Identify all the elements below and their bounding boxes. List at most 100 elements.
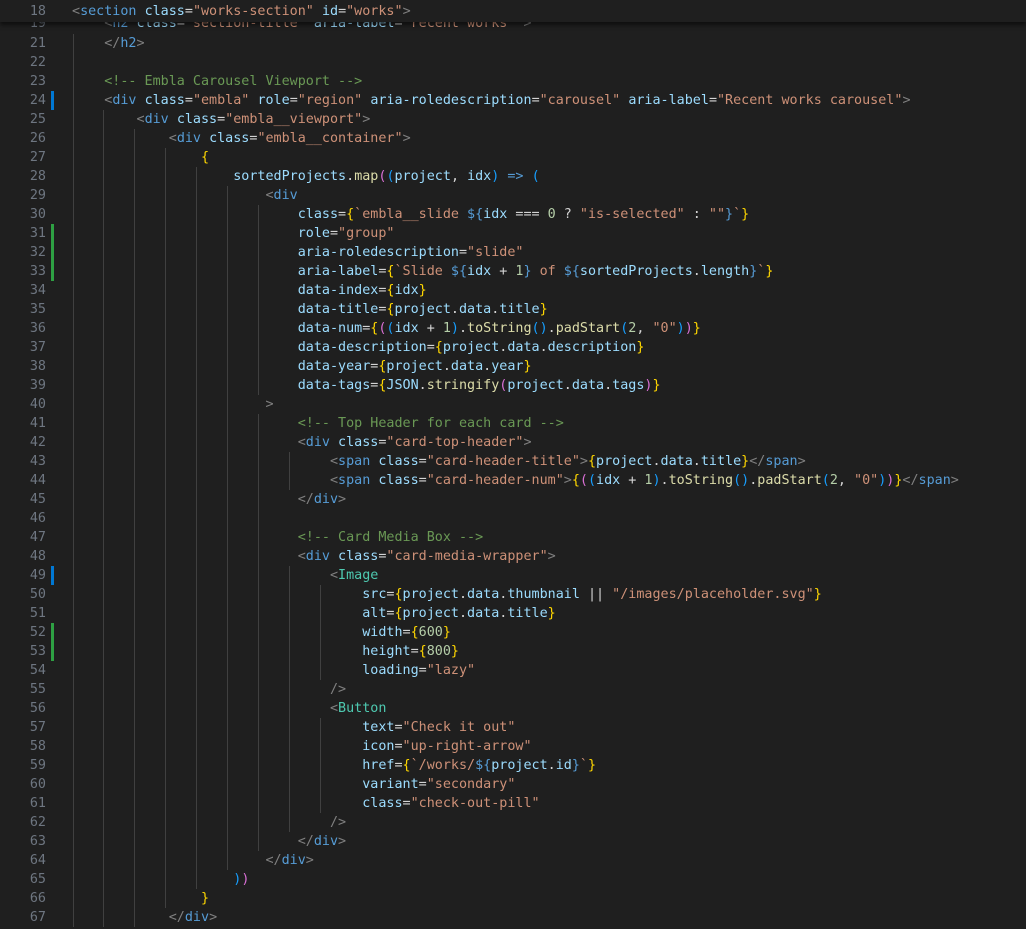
code-text[interactable]: loading="lazy": [72, 661, 475, 680]
code-line[interactable]: 40 >: [0, 395, 1026, 414]
code-line[interactable]: 33 aria-label={`Slide ${idx + 1} of ${so…: [0, 262, 1026, 281]
code-line[interactable]: 52 width={600}: [0, 623, 1026, 642]
code-text[interactable]: <span class="card-header-title">{project…: [72, 452, 806, 471]
sticky-scroll-header[interactable]: 18 <section class="works-section" id="wor…: [0, 0, 1026, 22]
code-text[interactable]: <div: [72, 186, 297, 205]
code-text[interactable]: <div class="card-media-wrapper">: [72, 547, 556, 566]
code-text[interactable]: data-description={project.data.descripti…: [72, 338, 645, 357]
code-text[interactable]: variant="secondary": [72, 775, 515, 794]
code-line[interactable]: 38 data-year={project.data.year}: [0, 357, 1026, 376]
code-text[interactable]: <span class="card-header-num">{((idx + 1…: [72, 471, 959, 490]
added-line-marker[interactable]: [51, 224, 54, 243]
code-line[interactable]: 26 <div class="embla__container">: [0, 129, 1026, 148]
code-text[interactable]: data-title={project.data.title}: [72, 300, 548, 319]
code-line[interactable]: 42 <div class="card-top-header">: [0, 433, 1026, 452]
code-line[interactable]: 39 data-tags={JSON.stringify(project.dat…: [0, 376, 1026, 395]
code-editor[interactable]: 19 <h2 class="section-title" aria-label=…: [0, 0, 1026, 929]
code-text[interactable]: <Button: [72, 699, 386, 718]
code-text[interactable]: </div>: [72, 908, 217, 927]
code-text[interactable]: {: [72, 148, 209, 167]
code-line[interactable]: 62 />: [0, 813, 1026, 832]
code-text[interactable]: />: [72, 813, 346, 832]
code-line[interactable]: 58 icon="up-right-arrow": [0, 737, 1026, 756]
code-line[interactable]: 59 href={`/works/${project.id}`}: [0, 756, 1026, 775]
code-line[interactable]: 44 <span class="card-header-num">{((idx …: [0, 471, 1026, 490]
code-line[interactable]: 41 <!-- Top Header for each card -->: [0, 414, 1026, 433]
code-text[interactable]: data-year={project.data.year}: [72, 357, 532, 376]
code-line[interactable]: 64 </div>: [0, 851, 1026, 870]
code-line[interactable]: 21 </h2>: [0, 34, 1026, 53]
code-line[interactable]: 60 variant="secondary": [0, 775, 1026, 794]
code-text[interactable]: aria-roledescription="slide": [72, 243, 524, 262]
added-line-marker[interactable]: [51, 262, 54, 281]
code-line[interactable]: 18 <section class="works-section" id="wor…: [0, 2, 1026, 21]
code-text[interactable]: icon="up-right-arrow": [72, 737, 531, 756]
code-text[interactable]: aria-label={`Slide ${idx + 1} of ${sorte…: [72, 262, 774, 281]
code-text[interactable]: </div>: [72, 832, 346, 851]
code-line[interactable]: 24 <div class="embla" role="region" aria…: [0, 91, 1026, 110]
code-line[interactable]: 31 role="group": [0, 224, 1026, 243]
code-line[interactable]: 61 class="check-out-pill": [0, 794, 1026, 813]
code-line[interactable]: 43 <span class="card-header-title">{proj…: [0, 452, 1026, 471]
code-line[interactable]: 47 <!-- Card Media Box -->: [0, 528, 1026, 547]
code-text[interactable]: <div class="embla" role="region" aria-ro…: [72, 91, 910, 110]
code-text[interactable]: <div class="embla__container">: [72, 129, 411, 148]
code-text[interactable]: class={`embla__slide ${idx === 0 ? "is-s…: [72, 205, 750, 224]
code-line[interactable]: 34 data-index={idx}: [0, 281, 1026, 300]
code-line[interactable]: 32 aria-roledescription="slide": [0, 243, 1026, 262]
code-line[interactable]: 37 data-description={project.data.descri…: [0, 338, 1026, 357]
code-text[interactable]: <div class="card-top-header">: [72, 433, 532, 452]
code-line[interactable]: 36 data-num={((idx + 1).toString().padSt…: [0, 319, 1026, 338]
code-text[interactable]: }: [72, 889, 209, 908]
modified-line-marker[interactable]: [51, 566, 54, 585]
code-text[interactable]: <!-- Card Media Box -->: [72, 528, 483, 547]
code-text[interactable]: alt={project.data.title}: [72, 604, 556, 623]
code-line[interactable]: 67 </div>: [0, 908, 1026, 927]
code-text[interactable]: data-tags={JSON.stringify(project.data.t…: [72, 376, 661, 395]
code-text[interactable]: </h2>: [72, 34, 144, 53]
code-text[interactable]: role="group": [72, 224, 395, 243]
code-line[interactable]: 50 src={project.data.thumbnail || "/imag…: [0, 585, 1026, 604]
added-line-marker[interactable]: [51, 243, 54, 262]
code-line[interactable]: 54 loading="lazy": [0, 661, 1026, 680]
code-text[interactable]: sortedProjects.map((project, idx) => (: [72, 167, 539, 186]
code-line[interactable]: 45 </div>: [0, 490, 1026, 509]
code-text[interactable]: class="check-out-pill": [72, 794, 539, 813]
modified-line-marker[interactable]: [51, 91, 54, 110]
code-line[interactable]: 66 }: [0, 889, 1026, 908]
code-text[interactable]: <section class="works-section" id="works…: [72, 2, 411, 21]
code-text[interactable]: href={`/works/${project.id}`}: [72, 756, 596, 775]
code-text[interactable]: <Image: [72, 566, 378, 585]
code-text[interactable]: <!-- Top Header for each card -->: [72, 414, 564, 433]
code-text[interactable]: />: [72, 680, 346, 699]
added-line-marker[interactable]: [51, 623, 54, 642]
code-line[interactable]: 46: [0, 509, 1026, 528]
code-line[interactable]: 25 <div class="embla__viewport">: [0, 110, 1026, 129]
code-text[interactable]: height={800}: [72, 642, 459, 661]
code-line[interactable]: 55 />: [0, 680, 1026, 699]
code-line[interactable]: 29 <div: [0, 186, 1026, 205]
added-line-marker[interactable]: [51, 642, 54, 661]
code-line[interactable]: 27 {: [0, 148, 1026, 167]
code-line[interactable]: 57 text="Check it out": [0, 718, 1026, 737]
code-line[interactable]: 30 class={`embla__slide ${idx === 0 ? "i…: [0, 205, 1026, 224]
code-line[interactable]: 48 <div class="card-media-wrapper">: [0, 547, 1026, 566]
code-text[interactable]: text="Check it out": [72, 718, 515, 737]
code-line[interactable]: 65 )): [0, 870, 1026, 889]
code-line[interactable]: 63 </div>: [0, 832, 1026, 851]
code-line[interactable]: 49 <Image: [0, 566, 1026, 585]
code-line[interactable]: 51 alt={project.data.title}: [0, 604, 1026, 623]
code-text[interactable]: data-index={idx}: [72, 281, 427, 300]
code-text[interactable]: >: [72, 395, 273, 414]
code-text[interactable]: width={600}: [72, 623, 451, 642]
code-text[interactable]: )): [72, 870, 249, 889]
code-line[interactable]: 23 <!-- Embla Carousel Viewport -->: [0, 72, 1026, 91]
code-text[interactable]: data-num={((idx + 1).toString().padStart…: [72, 319, 701, 338]
code-text[interactable]: <!-- Embla Carousel Viewport -->: [72, 72, 362, 91]
code-line[interactable]: 28 sortedProjects.map((project, idx) => …: [0, 167, 1026, 186]
code-text[interactable]: </div>: [72, 490, 346, 509]
code-line[interactable]: 56 <Button: [0, 699, 1026, 718]
code-text[interactable]: <div class="embla__viewport">: [72, 110, 370, 129]
code-line[interactable]: 22: [0, 53, 1026, 72]
code-text[interactable]: </div>: [72, 851, 313, 870]
